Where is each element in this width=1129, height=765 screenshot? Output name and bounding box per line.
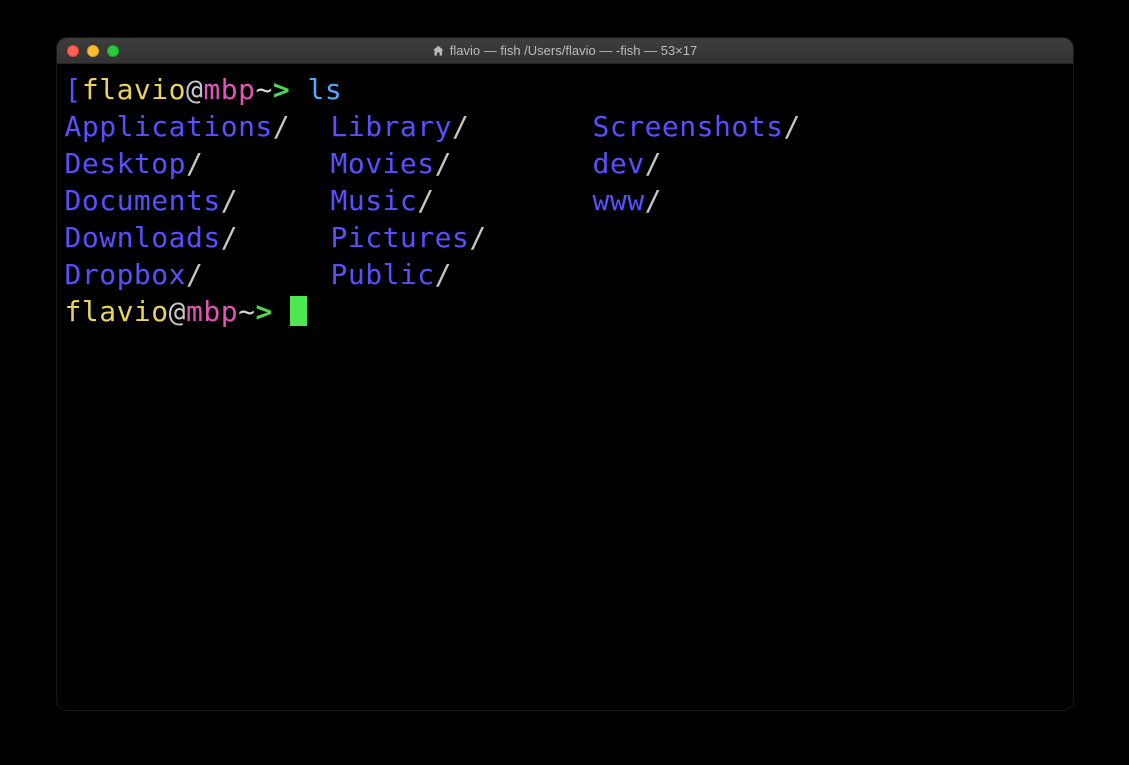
list-row-2: Documents/ Music/ www/	[65, 183, 1065, 220]
slash: /	[645, 184, 662, 217]
home-icon	[432, 45, 444, 57]
slash: /	[273, 110, 290, 143]
dir-name: Music	[331, 184, 418, 217]
bracket: [	[65, 73, 82, 106]
dir-name: Public	[331, 258, 435, 291]
window-title-text: flavio — fish /Users/flavio — -fish — 53…	[450, 43, 697, 58]
cursor-icon	[290, 296, 307, 326]
list-row-0: Applications/ Library/ Screenshots/	[65, 109, 1065, 146]
slash: /	[221, 221, 238, 254]
slash: /	[783, 110, 800, 143]
close-icon[interactable]	[67, 45, 79, 57]
list-row-4: Dropbox/ Public/	[65, 257, 1065, 294]
prompt-arrow: >	[255, 295, 272, 328]
titlebar: flavio — fish /Users/flavio — -fish — 53…	[57, 38, 1073, 64]
dir-name: Movies	[331, 147, 435, 180]
prompt-arrow: >	[273, 73, 290, 106]
list-row-1: Desktop/ Movies/ dev/	[65, 146, 1065, 183]
dir-name: Downloads	[65, 221, 221, 254]
command-text: ls	[308, 73, 343, 106]
prompt-user: flavio	[82, 73, 186, 106]
terminal-content[interactable]: [flavio@mbp~> ls Applications/ Library/ …	[57, 64, 1073, 339]
prompt-host: mbp	[186, 295, 238, 328]
traffic-lights	[67, 45, 119, 57]
prompt-line-2: flavio@mbp~>	[65, 294, 1065, 331]
dir-name: www	[593, 184, 645, 217]
window-title: flavio — fish /Users/flavio — -fish — 53…	[432, 43, 697, 58]
dir-name: Pictures	[331, 221, 470, 254]
dir-name: Desktop	[65, 147, 187, 180]
dir-name: Documents	[65, 184, 221, 217]
prompt-at: @	[186, 73, 203, 106]
dir-name: Screenshots	[593, 110, 784, 143]
dir-name: Applications	[65, 110, 273, 143]
prompt-path: ~	[238, 295, 255, 328]
prompt-path: ~	[255, 73, 272, 106]
slash: /	[435, 147, 452, 180]
slash: /	[469, 221, 486, 254]
list-row-3: Downloads/ Pictures/	[65, 220, 1065, 257]
slash: /	[186, 258, 203, 291]
slash: /	[645, 147, 662, 180]
slash: /	[221, 184, 238, 217]
slash: /	[435, 258, 452, 291]
maximize-icon[interactable]	[107, 45, 119, 57]
minimize-icon[interactable]	[87, 45, 99, 57]
slash: /	[186, 147, 203, 180]
terminal-window: flavio — fish /Users/flavio — -fish — 53…	[57, 38, 1073, 710]
prompt-host: mbp	[203, 73, 255, 106]
prompt-at: @	[169, 295, 186, 328]
ls-output: Applications/ Library/ Screenshots/ Desk…	[65, 109, 1065, 294]
prompt-line-1: [flavio@mbp~> ls	[65, 72, 1065, 109]
slash: /	[452, 110, 469, 143]
prompt-user: flavio	[65, 295, 169, 328]
slash: /	[417, 184, 434, 217]
dir-name: dev	[593, 147, 645, 180]
dir-name: Library	[331, 110, 453, 143]
dir-name: Dropbox	[65, 258, 187, 291]
